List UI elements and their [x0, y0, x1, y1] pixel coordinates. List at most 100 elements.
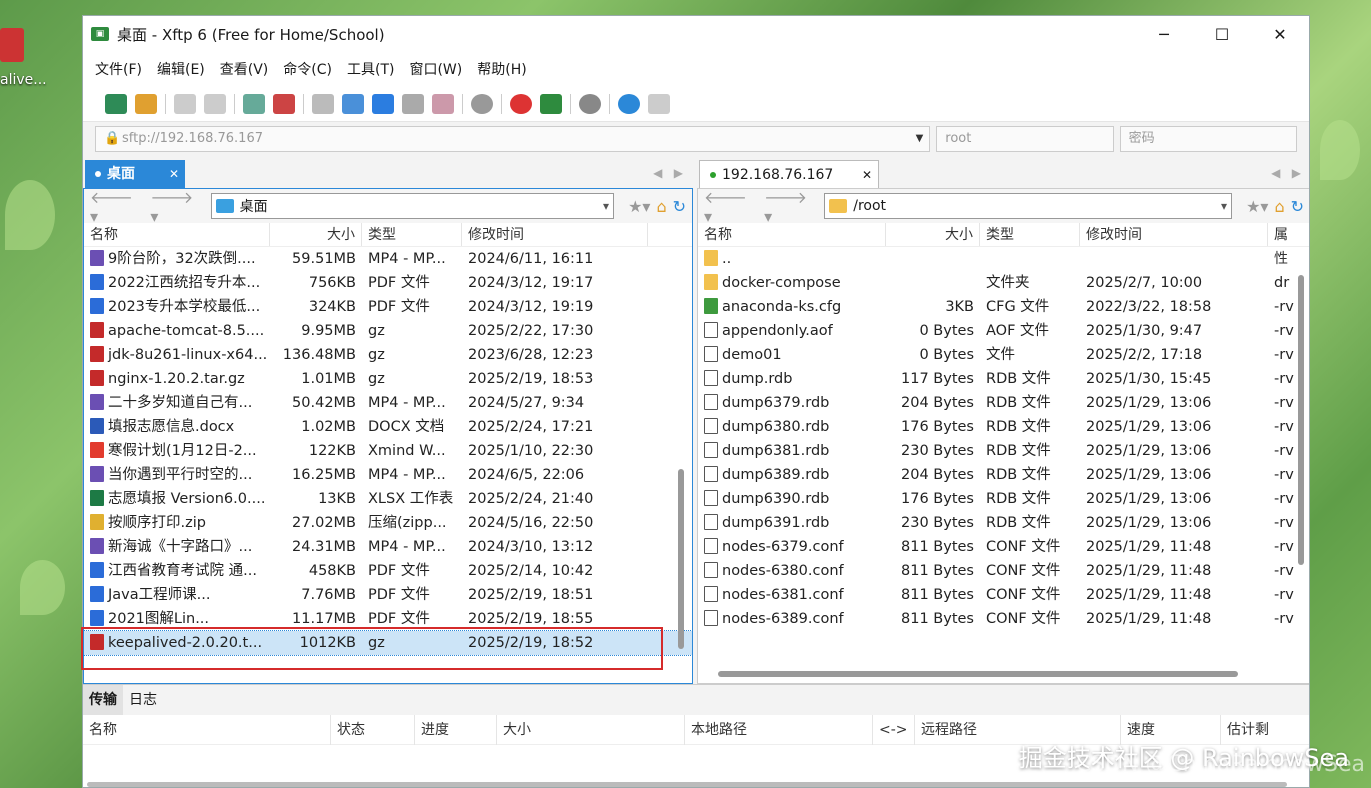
local-path-input[interactable]: 桌面 ▾ [210, 193, 615, 219]
table-row[interactable]: 2023专升本学校最低... 324KB PDF 文件 2024/3/12, 19:1… [84, 295, 692, 319]
connect-icon[interactable] [174, 93, 196, 114]
help-icon[interactable] [618, 93, 640, 114]
table-row[interactable]: 按顺序打印.zip 27.02MB 压缩(zipp... 2024/5/16, 22:… [84, 511, 692, 535]
table-row[interactable]: nodes-6379.conf 811 Bytes CONF 文件 2025/1/29… [698, 535, 1309, 559]
table-row[interactable]: docker-compose 文件夹 2025/2/7, 10:00 dr [698, 271, 1309, 295]
col-date[interactable]: 修改时间 [1080, 223, 1268, 246]
menu-item[interactable]: 查看(V) [220, 59, 269, 79]
table-row[interactable]: anaconda-ks.cfg 3KB CFG 文件 2022/3/22, 18:58… [698, 295, 1309, 319]
col-size[interactable]: 大小 [270, 223, 362, 246]
table-row[interactable]: dump6379.rdb 204 Bytes RDB 文件 2025/1/29, 13… [698, 391, 1309, 415]
menu-item[interactable]: 窗口(W) [409, 59, 462, 79]
table-row[interactable]: nodes-6389.conf 811 Bytes CONF 文件 2025/1/29… [698, 607, 1309, 631]
table-row[interactable]: 当你遇到平行时空的... 16.25MB MP4 - MP... 2024/6/5, … [84, 463, 692, 487]
col-progress[interactable]: 进度 [415, 714, 497, 745]
table-row[interactable]: keepalived-2.0.20.t... 1012KB gz 2025/2/19,… [83, 630, 693, 656]
table-row[interactable]: .. [698, 247, 1309, 271]
host-input[interactable]: 🔒 sftp://192.168.76.167 ▼ [95, 126, 931, 152]
table-row[interactable]: dump.rdb 117 Bytes RDB 文件 2025/1/30, 15:45 -… [698, 367, 1309, 391]
table-row[interactable]: 寒假计划(1月12日-2... 122KB Xmind W... 2025/1/10,… [84, 439, 692, 463]
status-icon[interactable] [471, 93, 493, 114]
close-button[interactable]: ✕ [1251, 25, 1309, 44]
transfer-icon[interactable] [273, 93, 295, 114]
col-status[interactable]: 状态 [331, 714, 415, 745]
table-row[interactable]: demo01 0 Bytes 文件 2025/2/2, 17:18 -rv [698, 343, 1309, 367]
new-file-icon[interactable] [312, 93, 334, 114]
col-name[interactable]: 名称 [698, 223, 886, 246]
table-row[interactable]: dump6380.rdb 176 Bytes RDB 文件 2025/1/29, 13… [698, 415, 1309, 439]
table-row[interactable]: 9阶台阶，32次跌倒.... 59.51MB MP4 - MP... 2024/6/1… [84, 247, 692, 271]
forward-arrow-icon[interactable]: 🡒 ▾ [150, 187, 204, 226]
remote-hscrollbar[interactable] [718, 671, 1238, 677]
table-row[interactable]: nginx-1.20.2.tar.gz 1.01MB gz 2025/2/19, 18… [84, 367, 692, 391]
col-type[interactable]: 类型 [980, 223, 1080, 246]
tab-remote-host[interactable]: 192.168.76.167 ✕ [699, 160, 879, 188]
tab-transfer[interactable]: 传输 [83, 685, 123, 715]
remote-path-input[interactable]: /root ▾ [824, 193, 1233, 219]
col-name[interactable]: 名称 [83, 714, 331, 745]
minimize-button[interactable]: ─ [1135, 25, 1193, 44]
table-row[interactable]: nodes-6380.conf 811 Bytes CONF 文件 2025/1/29… [698, 559, 1309, 583]
new-session-icon[interactable] [105, 93, 127, 114]
password-input[interactable]: 密码 [1119, 126, 1297, 152]
refresh-icon[interactable]: ↻ [1291, 197, 1304, 216]
transfer-hscrollbar[interactable] [87, 782, 1287, 787]
col-size[interactable]: 大小 [886, 223, 980, 246]
menu-item[interactable]: 工具(T) [347, 59, 394, 79]
menu-item[interactable]: 帮助(H) [477, 59, 526, 79]
col-direction[interactable]: <-> [873, 714, 915, 745]
chat-icon[interactable] [648, 93, 670, 114]
forward-arrow-icon[interactable]: 🡒 ▾ [764, 187, 818, 226]
home-folder-icon[interactable]: ⌂ [1274, 197, 1284, 216]
table-row[interactable]: nodes-6381.conf 811 Bytes CONF 文件 2025/1/29… [698, 583, 1309, 607]
table-row[interactable]: 志愿填报 Version6.0.... 13KB XLSX 工作表 2025/2/24… [84, 487, 692, 511]
menu-item[interactable]: 文件(F) [95, 59, 142, 79]
table-row[interactable]: 江西省教育考试院 通... 458KB PDF 文件 2025/2/14, 10:42 [84, 559, 692, 583]
tab-scroll-arrows[interactable]: ◀ ▶ [653, 166, 683, 180]
local-scrollbar[interactable] [678, 469, 684, 649]
table-row[interactable]: jdk-8u261-linux-x64... 136.48MB gz 2023/6/2… [84, 343, 692, 367]
xftp-icon[interactable] [540, 93, 562, 114]
table-row[interactable]: appendonly.aof 0 Bytes AOF 文件 2025/1/30, 9:… [698, 319, 1309, 343]
chevron-down-icon[interactable]: ▾ [1221, 199, 1227, 213]
col-date[interactable]: 修改时间 [462, 223, 648, 246]
table-row[interactable]: 2021图解Lin... 11.17MB PDF 文件 2025/2/19, 18:5… [84, 607, 692, 631]
properties-icon[interactable] [243, 93, 265, 114]
star-icon[interactable]: ★▾ [1246, 197, 1268, 216]
table-row[interactable]: 新海诚《十字路口》... 24.31MB MP4 - MP... 2024/3/10,… [84, 535, 692, 559]
table-row[interactable]: 二十多岁知道自己有... 50.42MB MP4 - MP... 2024/5/27,… [84, 391, 692, 415]
sync-icon[interactable] [372, 93, 394, 114]
table-row[interactable]: dump6381.rdb 230 Bytes RDB 文件 2025/1/29, 13… [698, 439, 1309, 463]
col-type[interactable]: 类型 [362, 223, 462, 246]
desktop-file-icon[interactable] [0, 28, 24, 62]
table-row[interactable]: dump6389.rdb 204 Bytes RDB 文件 2025/1/29, 13… [698, 463, 1309, 487]
table-row[interactable]: dump6390.rdb 176 Bytes RDB 文件 2025/1/29, 13… [698, 487, 1309, 511]
upload-icon[interactable] [342, 93, 364, 114]
close-icon[interactable]: ✕ [862, 161, 872, 189]
home-folder-icon[interactable]: ⌂ [656, 197, 666, 216]
table-row[interactable]: apache-tomcat-8.5.... 9.95MB gz 2025/2/22, … [84, 319, 692, 343]
back-arrow-icon[interactable]: 🡐 ▾ [704, 187, 758, 226]
xshell-icon[interactable] [510, 93, 532, 114]
copy-icon[interactable] [402, 93, 424, 114]
star-icon[interactable]: ★▾ [628, 197, 650, 216]
desktop-file-label[interactable]: alive... [0, 72, 47, 88]
col-name[interactable]: 名称 [84, 223, 270, 246]
username-input[interactable]: root [936, 126, 1114, 152]
gear-icon[interactable] [579, 93, 601, 114]
col-size[interactable]: 大小 [497, 714, 685, 745]
open-folder-icon[interactable] [135, 93, 157, 114]
tab-log[interactable]: 日志 [123, 685, 163, 715]
chevron-down-icon[interactable]: ▼ [916, 127, 924, 151]
maximize-button[interactable]: ☐ [1193, 25, 1251, 44]
paste-icon[interactable] [432, 93, 454, 114]
table-row[interactable]: 填报志愿信息.docx 1.02MB DOCX 文档 2025/2/24, 17:21 [84, 415, 692, 439]
chevron-down-icon[interactable]: ▾ [603, 199, 609, 213]
table-row[interactable]: Java工程师课... 7.76MB PDF 文件 2025/2/19, 18:51 [84, 583, 692, 607]
close-icon[interactable]: ✕ [169, 160, 179, 188]
menu-item[interactable]: 编辑(E) [157, 59, 205, 79]
refresh-icon[interactable]: ↻ [673, 197, 686, 216]
menu-item[interactable]: 命令(C) [283, 59, 332, 79]
col-local-path[interactable]: 本地路径 [685, 714, 873, 745]
tab-scroll-arrows[interactable]: ◀ ▶ [1271, 166, 1301, 180]
